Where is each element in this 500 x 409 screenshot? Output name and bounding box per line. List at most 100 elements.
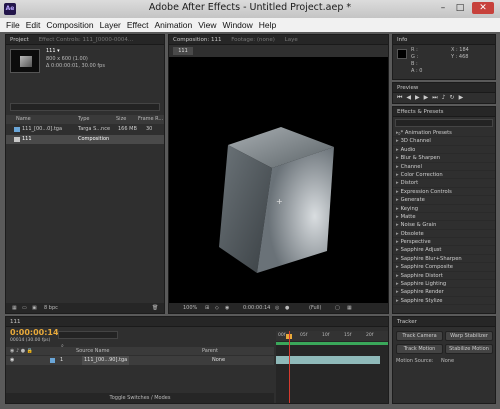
warp-stabilizer-button[interactable]: Warp Stabilizer — [445, 331, 493, 341]
effect-category[interactable]: ▸ Sapphire Render — [393, 288, 495, 297]
effect-category[interactable]: ▸ Matte — [393, 213, 495, 222]
tab-timeline-111[interactable]: 111 — [6, 317, 25, 326]
tab-effects-presets[interactable]: Effects & Presets — [393, 107, 448, 116]
new-comp-icon[interactable]: ▣ — [32, 303, 37, 313]
menu-composition[interactable]: Composition — [46, 18, 93, 32]
minimize-icon[interactable]: – — [436, 2, 450, 14]
interpret-footage-icon[interactable]: ▦ — [12, 303, 17, 313]
timeline-layer-row[interactable]: ◉ 1 111_[00...90].tga None — [6, 356, 274, 365]
layer-parent-select[interactable]: None — [212, 356, 225, 365]
tab-info[interactable]: Info — [393, 35, 411, 44]
effect-category[interactable]: ▸ Distort — [393, 179, 495, 188]
last-frame-icon[interactable]: ⏭ — [432, 94, 441, 101]
menu-effect[interactable]: Effect — [127, 18, 149, 32]
comp-flowchart-chip[interactable]: 111 — [173, 47, 193, 55]
bpc-label[interactable]: 8 bpc — [44, 303, 58, 313]
mask-icon[interactable]: ◇ — [215, 303, 219, 313]
effect-category[interactable]: ▸ Sapphire Adjust — [393, 246, 495, 255]
menu-window[interactable]: Window — [223, 18, 253, 32]
tab-layer[interactable]: Laye — [281, 35, 302, 44]
effect-category[interactable]: ▸ Obsolete — [393, 230, 495, 239]
camera-icon[interactable]: ◎ — [275, 303, 279, 313]
timeline-tab-bar: 111 — [6, 317, 388, 327]
effects-search-input[interactable]: ⌕ — [395, 119, 493, 137]
menu-view[interactable]: View — [198, 18, 216, 32]
prev-frame-icon[interactable]: ◀ — [406, 94, 415, 101]
work-area-bar[interactable] — [276, 342, 388, 345]
effect-category[interactable]: ▸ Sapphire Stylize — [393, 297, 495, 306]
preview-tab-bar: Preview — [393, 83, 495, 93]
time-ruler[interactable]: 00f 05f 10f 15f 20f — [276, 331, 388, 341]
track-camera-button[interactable]: Track Camera — [396, 331, 443, 341]
resolution-selector[interactable]: (Full) — [309, 303, 321, 313]
col-name[interactable]: Name — [16, 115, 31, 124]
first-frame-icon[interactable]: ⏮ — [397, 94, 406, 101]
timeline-search-input[interactable]: ⌕ — [58, 331, 118, 349]
effect-category[interactable]: ▸ Audio — [393, 146, 495, 155]
tab-effect-controls[interactable]: Effect Controls: 111_[0000-0004... — [35, 35, 138, 44]
effect-category[interactable]: ▸ Channel — [393, 163, 495, 171]
stabilize-motion-button[interactable]: Stabilize Motion — [445, 344, 493, 354]
effect-category[interactable]: ▸ Blur & Sharpen — [393, 154, 495, 163]
tab-composition[interactable]: Composition: 111 — [169, 35, 225, 44]
transparency-icon[interactable]: ▦ — [347, 303, 352, 313]
audio-icon[interactable]: ♪ — [442, 94, 450, 101]
close-icon[interactable]: ✕ — [472, 2, 494, 14]
tab-footage[interactable]: Footage: (none) — [227, 35, 279, 44]
ram-preview-icon[interactable]: ▶ — [459, 94, 468, 101]
composition-panel: Composition: 111 Footage: (none) Laye 11… — [168, 34, 389, 314]
toggle-switches-modes[interactable]: Toggle Switches / Modes — [6, 393, 274, 403]
col-size[interactable]: Size — [116, 115, 126, 124]
effect-category[interactable]: ▸ Perspective — [393, 238, 495, 247]
menu-help[interactable]: Help — [259, 18, 276, 32]
effect-category[interactable]: ▸ * Animation Presets — [393, 129, 495, 138]
tab-tracker[interactable]: Tracker — [393, 317, 421, 326]
col-frame-rate[interactable]: Frame R... — [138, 115, 163, 124]
current-time-display[interactable]: 0:00:00:14 — [243, 303, 270, 313]
tab-project[interactable]: Project — [6, 35, 33, 44]
tab-preview[interactable]: Preview — [393, 83, 422, 92]
effect-category[interactable]: ▸ Sapphire Distort — [393, 272, 495, 281]
zoom-selector[interactable]: 100% — [183, 303, 197, 313]
loop-icon[interactable]: ↻ — [450, 94, 459, 101]
effect-category[interactable]: ▸ Sapphire Lighting — [393, 280, 495, 289]
snapshot-icon[interactable]: ◉ — [225, 303, 229, 313]
menu-file[interactable]: File — [6, 18, 20, 32]
effect-category[interactable]: ▸ Keying — [393, 205, 495, 213]
col-source-name[interactable]: Source Name — [76, 347, 110, 355]
effect-category[interactable]: ▸ Expression Controls — [393, 188, 495, 197]
effect-category[interactable]: ▸ Generate — [393, 196, 495, 205]
col-parent[interactable]: Parent — [202, 347, 218, 355]
trash-icon[interactable]: 🗑 — [152, 303, 158, 313]
project-search-input[interactable]: ⌕ — [10, 103, 160, 121]
composition-viewer[interactable]: + — [169, 57, 388, 303]
track-motion-button[interactable]: Track Motion — [396, 344, 443, 354]
menu-animation[interactable]: Animation — [154, 18, 192, 32]
av-switches-icon[interactable]: ◉ ♪ ● 🔒 — [10, 347, 33, 355]
play-icon[interactable]: ▶ — [415, 94, 424, 101]
effect-category[interactable]: ▸ Sapphire Blur+Sharpen — [393, 255, 495, 264]
project-item-composition[interactable]: 111 Composition — [6, 135, 164, 144]
color-icon[interactable]: ● — [285, 303, 289, 313]
effect-category[interactable]: ▸ 3D Channel — [393, 137, 495, 146]
motion-source-select[interactable]: None — [441, 358, 454, 364]
menu-bar: File Edit Composition Layer Effect Anima… — [0, 18, 500, 32]
maximize-icon[interactable]: □ — [453, 2, 467, 14]
timeline-current-time[interactable]: 0:00:00:14 — [10, 328, 59, 337]
layer-name[interactable]: 111_[00...90].tga — [82, 356, 130, 365]
menu-layer[interactable]: Layer — [100, 18, 121, 32]
grid-icon[interactable]: ⊞ — [205, 303, 209, 313]
new-folder-icon[interactable]: ▭ — [22, 303, 27, 313]
next-frame-icon[interactable]: ▶ — [424, 94, 433, 101]
project-item-footage[interactable]: 111_[00...0].tga Targa S...nce 166 MB 30 — [6, 125, 164, 134]
col-type[interactable]: Type — [78, 115, 89, 124]
layer-label-color[interactable] — [50, 358, 55, 363]
effect-category[interactable]: ▸ Color Correction — [393, 171, 495, 180]
timeline-track-area[interactable]: 00f 05f 10f 15f 20f — [276, 331, 388, 403]
effect-category[interactable]: ▸ Sapphire Composite — [393, 263, 495, 272]
region-icon[interactable]: ▢ — [335, 303, 340, 313]
visibility-icon[interactable]: ◉ — [10, 356, 14, 365]
effect-category[interactable]: ▸ Noise & Grain — [393, 221, 495, 230]
menu-edit[interactable]: Edit — [26, 18, 41, 32]
layer-duration-bar[interactable] — [276, 356, 380, 364]
